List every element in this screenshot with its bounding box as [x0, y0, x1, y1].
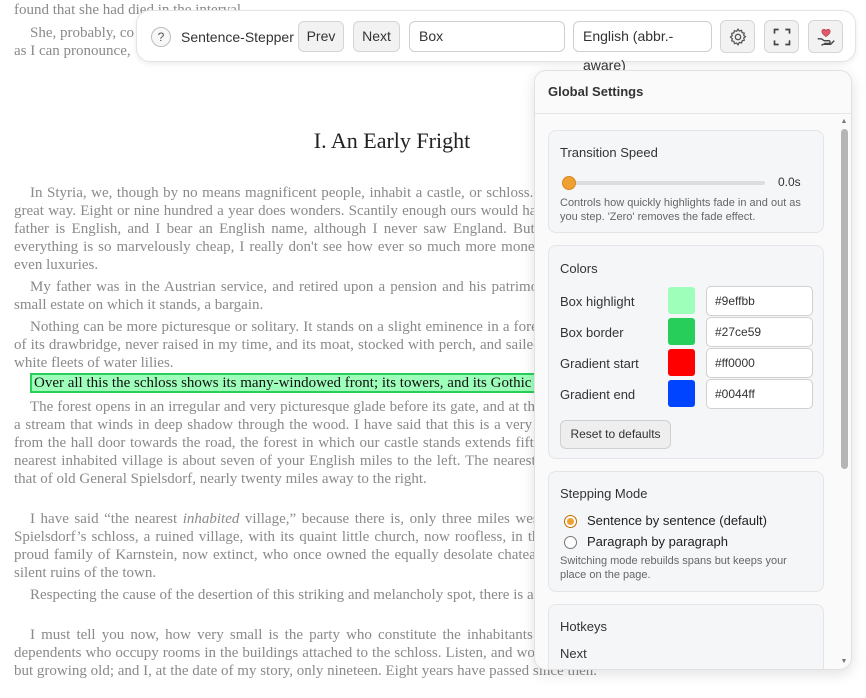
- hex-input-gradient-start[interactable]: #ff0000: [706, 348, 813, 378]
- color-label-gradient-end: Gradient end: [560, 387, 636, 402]
- support-button[interactable]: [808, 20, 843, 53]
- fullscreen-button[interactable]: [764, 20, 799, 53]
- radio-label-paragraph[interactable]: Paragraph by paragraph: [587, 534, 728, 549]
- scroll-thumb[interactable]: [841, 129, 848, 469]
- section-title: Stepping Mode: [560, 486, 648, 501]
- hotkeys-section: Hotkeys Next: [548, 604, 824, 669]
- hex-input-box-highlight[interactable]: #9effbb: [706, 286, 813, 316]
- stepping-mode-section: Stepping Mode Sentence by sentence (defa…: [548, 471, 824, 592]
- paragraph-text: I have said “the nearest: [30, 511, 183, 527]
- prev-button[interactable]: Prev: [298, 21, 344, 52]
- transition-speed-section: Transition Speed 0.0s Controls how quick…: [548, 130, 824, 233]
- hotkey-label-next: Next: [560, 646, 587, 661]
- slider-thumb[interactable]: [562, 176, 576, 190]
- heart-hand-icon: [817, 28, 835, 46]
- color-swatch-box-highlight[interactable]: [668, 287, 695, 314]
- color-swatch-gradient-start[interactable]: [668, 349, 695, 376]
- radio-sentence[interactable]: [564, 515, 577, 528]
- help-text: Switching mode rebuilds spans but keeps …: [560, 555, 787, 581]
- help-text: Controls how quickly highlights fade in …: [560, 197, 801, 223]
- settings-button[interactable]: [720, 20, 755, 53]
- panel-header: Global Settings: [535, 71, 851, 114]
- stepper-toolbar: ? Sentence-Stepper Prev Next Box English…: [136, 10, 856, 73]
- slider-value: 0.0s: [778, 175, 801, 189]
- reset-defaults-button[interactable]: Reset to defaults: [560, 420, 671, 449]
- transition-speed-slider[interactable]: [562, 176, 765, 190]
- language-select[interactable]: English (abbr.-aware): [573, 21, 712, 73]
- help-button[interactable]: ?: [151, 27, 171, 47]
- radio-paragraph[interactable]: [564, 536, 577, 549]
- color-label-box-border: Box border: [560, 325, 624, 340]
- next-button[interactable]: Next: [353, 21, 400, 52]
- scroll-up-icon[interactable]: ▲: [839, 117, 849, 127]
- color-label-box-highlight: Box highlight: [560, 294, 635, 309]
- color-swatch-gradient-end[interactable]: [668, 380, 695, 407]
- highlighted-sentence[interactable]: Over all this the schloss shows its many…: [30, 373, 550, 393]
- panel-scrollbar[interactable]: ▲ ▼: [839, 117, 849, 669]
- scroll-down-icon[interactable]: ▼: [839, 657, 849, 667]
- colors-section: Colors Box highlight #9effbb Box border …: [548, 245, 824, 459]
- global-settings-panel: Global Settings Transition Speed 0.0s Co…: [534, 70, 852, 670]
- paragraph-text: She, probably, co: [30, 25, 135, 41]
- section-title: Hotkeys: [560, 619, 607, 634]
- hex-input-box-border[interactable]: #27ce59: [706, 317, 813, 347]
- toolbar-title: Sentence-Stepper: [181, 29, 294, 45]
- emphasis-text: inhabited: [182, 511, 240, 527]
- gear-icon: [729, 27, 746, 46]
- color-label-gradient-start: Gradient start: [560, 356, 639, 371]
- fullscreen-icon: [773, 28, 790, 45]
- section-title: Transition Speed: [560, 145, 658, 160]
- color-swatch-box-border[interactable]: [668, 318, 695, 345]
- panel-title: Global Settings: [548, 84, 644, 99]
- hex-input-gradient-end[interactable]: #0044ff: [706, 379, 813, 409]
- radio-label-sentence[interactable]: Sentence by sentence (default): [587, 513, 767, 528]
- section-title: Colors: [560, 261, 598, 276]
- search-input[interactable]: Box: [409, 21, 565, 52]
